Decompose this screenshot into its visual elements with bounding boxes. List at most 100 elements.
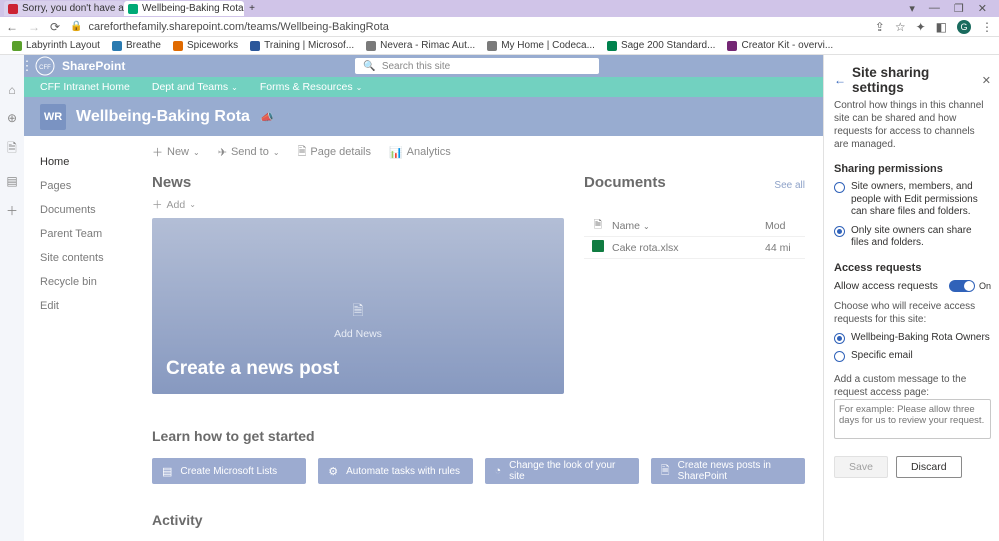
doc-col-name[interactable]: Name ⌄: [612, 220, 765, 232]
list-icon: ▤: [162, 465, 172, 478]
megaphone-icon[interactable]: 📣: [260, 111, 274, 124]
window-close-icon[interactable]: ✕: [978, 2, 987, 15]
tab-title-0: Sorry, you don't have access v..: [22, 3, 124, 14]
bookmark-label-6: Sage 200 Standard...: [621, 40, 716, 51]
card-create-news[interactable]: 🗎 Create news posts in SharePoint: [651, 458, 805, 484]
bookmarks-bar: Labyrinth Layout Breathe Spiceworks Trai…: [0, 37, 999, 55]
hubnav-item-1[interactable]: Dept and Teams⌄: [152, 81, 238, 93]
save-button[interactable]: Save: [834, 456, 888, 478]
rail-news-icon[interactable]: ▤: [6, 174, 17, 188]
recipient-option-0[interactable]: Wellbeing-Baking Rota Owners: [834, 332, 991, 345]
send-icon: ✈: [218, 146, 227, 159]
cmd-new[interactable]: ＋New ⌄: [152, 144, 200, 160]
bookmark-2[interactable]: Spiceworks: [173, 40, 238, 51]
bookmark-1[interactable]: Breathe: [112, 40, 161, 51]
suite-product-name[interactable]: SharePoint: [62, 59, 125, 73]
news-icon: 🗎: [661, 462, 670, 481]
ql-home[interactable]: Home: [40, 150, 134, 174]
perm-option-1[interactable]: Only site owners can share files and fol…: [834, 225, 991, 250]
bookmark-5[interactable]: My Home | Codeca...: [487, 40, 595, 51]
nav-forward-icon[interactable]: →: [28, 20, 40, 34]
rail-create-icon[interactable]: ＋: [6, 202, 18, 219]
card-label-0: Create Microsoft Lists: [180, 466, 277, 477]
window-minimize-icon[interactable]: —: [929, 2, 940, 15]
card-change-look[interactable]: ◔ Change the look of your site: [485, 458, 639, 484]
bookmark-label-1: Breathe: [126, 40, 161, 51]
bookmark-7[interactable]: Creator Kit - overvi...: [727, 40, 833, 51]
org-logo[interactable]: CFF: [28, 56, 62, 76]
news-heading: News: [152, 174, 564, 191]
nav-reload-icon[interactable]: ⟳: [50, 20, 60, 34]
ql-documents[interactable]: Documents: [40, 198, 134, 222]
discard-button[interactable]: Discard: [896, 456, 962, 478]
suite-search-input[interactable]: 🔍 Search this site: [355, 58, 599, 74]
command-bar: ＋New ⌄ ✈Send to ⌄ 🗎Page details 📊Analyti…: [152, 142, 805, 162]
site-title[interactable]: Wellbeing-Baking Rota: [76, 108, 250, 126]
browser-menu-icon[interactable]: ⋮: [981, 20, 993, 34]
main-region: Home Pages Documents Parent Team Site co…: [24, 136, 823, 541]
panel-back-icon[interactable]: ←: [834, 73, 846, 87]
card-label-2: Change the look of your site: [509, 460, 629, 482]
share-icon[interactable]: ⇪: [875, 20, 885, 34]
documents-row-0[interactable]: Cake rota.xlsx 44 mi: [584, 237, 805, 259]
ql-parent-team[interactable]: Parent Team: [40, 222, 134, 246]
new-tab-button[interactable]: +: [244, 3, 260, 14]
bookmark-label-2: Spiceworks: [187, 40, 238, 51]
site-sharing-panel: ← Site sharing settings ✕ Control how th…: [823, 55, 999, 541]
ql-pages[interactable]: Pages: [40, 174, 134, 198]
nav-back-icon[interactable]: ←: [6, 20, 18, 34]
ql-edit[interactable]: Edit: [40, 294, 134, 318]
panel-description: Control how things in this channel site …: [834, 99, 991, 151]
doc-col-icon[interactable]: 🗎: [584, 217, 612, 235]
documents-webpart: Documents See all 🗎 Name ⌄ Mod Cake rota…: [584, 174, 805, 394]
rail-home-icon[interactable]: ⌂: [8, 83, 15, 97]
browser-tab-1[interactable]: Wellbeing-Baking Rota - Home ✕: [124, 1, 244, 16]
perm-option-0[interactable]: Site owners, members, and people with Ed…: [834, 181, 991, 219]
cmd-page-details[interactable]: 🗎Page details: [298, 143, 371, 162]
window-restore-icon[interactable]: ❐: [954, 2, 964, 15]
cmd-send-to[interactable]: ✈Send to ⌄: [218, 146, 280, 159]
ql-recycle-bin[interactable]: Recycle bin: [40, 270, 134, 294]
get-started-section: Learn how to get started ▤Create Microso…: [152, 428, 805, 484]
news-webpart: News ＋Add ⌄ 🗎 Add News Create a news pos…: [152, 174, 564, 394]
bookmark-4[interactable]: Nevera - Rimac Aut...: [366, 40, 475, 51]
rail-globe-icon[interactable]: ⊕: [7, 111, 17, 125]
access-requests-heading: Access requests: [834, 262, 991, 274]
theme-icon: ◔: [495, 465, 502, 477]
site-logo-tile[interactable]: WR: [40, 104, 66, 130]
recipient-option-1[interactable]: Specific email: [834, 350, 991, 363]
card-automate-rules[interactable]: ⚙Automate tasks with rules: [318, 458, 472, 484]
cmd-analytics[interactable]: 📊Analytics: [389, 146, 451, 159]
card-label-3: Create news posts in SharePoint: [678, 460, 795, 482]
profile-avatar[interactable]: G: [957, 20, 971, 34]
hubnav-item-2[interactable]: Forms & Resources⌄: [260, 81, 362, 93]
allow-access-toggle[interactable]: [949, 280, 975, 292]
extensions-icon[interactable]: ✦: [916, 20, 926, 34]
plus-icon: ＋: [152, 197, 163, 212]
bookmark-6[interactable]: Sage 200 Standard...: [607, 40, 716, 51]
radio-selected-icon: [834, 226, 845, 237]
search-icon: 🔍: [363, 61, 375, 72]
bookmark-0[interactable]: Labyrinth Layout: [12, 40, 100, 51]
documents-see-all[interactable]: See all: [774, 180, 805, 191]
news-hero-title: Create a news post: [166, 358, 339, 380]
url-field[interactable]: 🔒 careforthefamily.sharepoint.com/teams/…: [70, 21, 865, 33]
rail-files-icon[interactable]: 🗎: [7, 139, 17, 160]
activity-section: Activity: [152, 512, 805, 528]
doc-col-modified[interactable]: Mod: [765, 220, 805, 232]
news-add[interactable]: ＋Add ⌄: [152, 197, 564, 212]
bookmark-3[interactable]: Training | Microsof...: [250, 40, 354, 51]
custom-message-input[interactable]: [834, 399, 991, 439]
panel-close-icon[interactable]: ✕: [982, 74, 991, 87]
window-down-icon[interactable]: ▾: [909, 2, 915, 15]
star-icon[interactable]: ☆: [895, 20, 906, 34]
news-hero[interactable]: 🗎 Add News Create a news post: [152, 218, 564, 394]
hubnav-item-0[interactable]: CFF Intranet Home: [40, 81, 130, 93]
card-create-lists[interactable]: ▤ Create Microsoft Lists: [152, 458, 306, 484]
apps-icon[interactable]: ◧: [936, 20, 947, 34]
ql-site-contents[interactable]: Site contents: [40, 246, 134, 270]
chevron-down-icon: ⌄: [189, 200, 196, 209]
browser-tabstrip: Sorry, you don't have access v.. ✕ Wellb…: [0, 0, 999, 17]
doc-col-name-label: Name: [612, 220, 640, 232]
browser-tab-0[interactable]: Sorry, you don't have access v.. ✕: [4, 1, 124, 16]
